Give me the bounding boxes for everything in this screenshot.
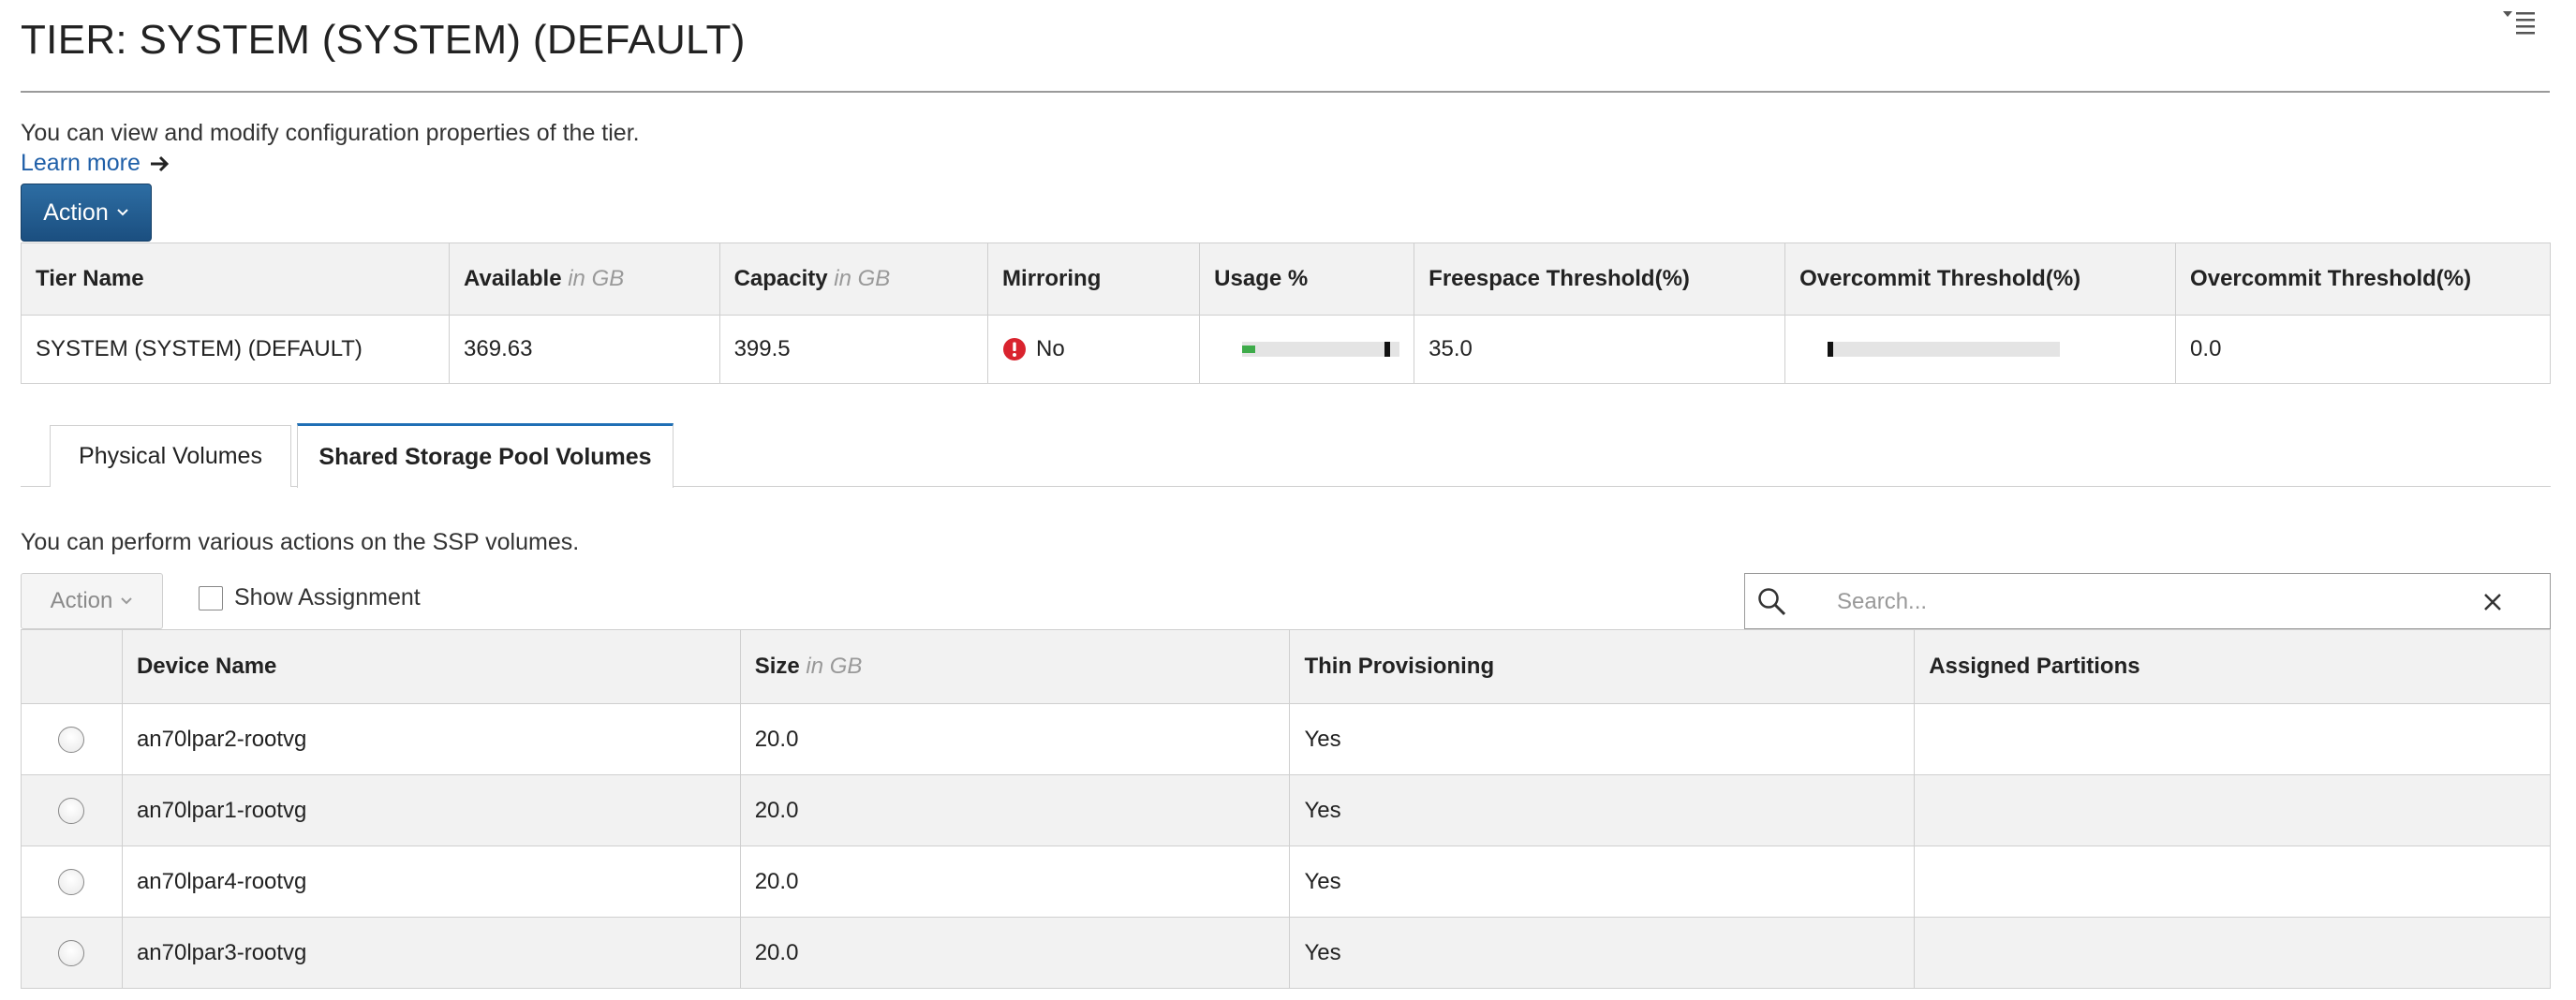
thin-provisioning-cell: Yes — [1289, 846, 1916, 918]
ssp-action-label: Action — [50, 588, 113, 613]
volume-tabs: Physical Volumes Shared Storage Pool Vol… — [21, 419, 2551, 488]
row-select-cell — [21, 774, 123, 846]
freespace-cell: 35.0 — [1414, 315, 1786, 384]
tab-shared-storage-pool-volumes[interactable]: Shared Storage Pool Volumes — [297, 423, 674, 488]
usage-fill — [1242, 346, 1255, 353]
size-cell: 20.0 — [739, 917, 1291, 989]
ssp-volumes-table: Device Name Size in GB Thin Provisioning… — [21, 629, 2551, 989]
size-cell: 20.0 — [739, 846, 1291, 918]
show-assignment-toggle[interactable]: Show Assignment — [199, 584, 421, 611]
show-assignment-label: Show Assignment — [234, 584, 421, 610]
learn-more-link[interactable]: Learn more — [21, 150, 172, 177]
overcommit-cell: 0.0 — [2175, 315, 2551, 384]
row-select-cell — [21, 703, 123, 775]
tier-header-row: Tier Name Available in GB Capacity in GB… — [20, 243, 2551, 316]
assigned-partitions-cell — [1914, 774, 2551, 846]
mirroring-value: No — [1036, 336, 1065, 361]
ssp-search-box — [1744, 573, 2551, 629]
capacity-cell: 399.5 — [718, 315, 989, 384]
col-select — [21, 629, 123, 704]
arrow-right-icon — [150, 155, 169, 171]
available-cell: 369.63 — [449, 315, 720, 384]
col-size[interactable]: Size in GB — [739, 629, 1291, 704]
close-icon[interactable] — [2482, 592, 2503, 612]
device-name-cell: an70lpar1-rootvg — [121, 774, 741, 846]
search-icon — [1758, 588, 1786, 616]
table-row[interactable]: an70lpar1-rootvg 20.0 Yes — [21, 774, 2551, 846]
overcommit-progress-bar — [1828, 342, 2061, 357]
table-row[interactable]: an70lpar4-rootvg 20.0 Yes — [21, 846, 2551, 918]
usage-cell — [1199, 315, 1415, 384]
thin-provisioning-cell: Yes — [1289, 703, 1916, 775]
col-freespace-threshold[interactable]: Freespace Threshold(%) — [1414, 243, 1786, 316]
row-radio[interactable] — [58, 726, 85, 753]
tier-properties-table: Tier Name Available in GB Capacity in GB… — [20, 243, 2551, 384]
col-usage[interactable]: Usage % — [1199, 243, 1415, 316]
col-tier-name[interactable]: Tier Name — [20, 243, 451, 316]
col-overcommit-threshold-1[interactable]: Overcommit Threshold(%) — [1784, 243, 2177, 316]
col-assigned-partitions[interactable]: Assigned Partitions — [1914, 629, 2551, 704]
tab-physical-volumes[interactable]: Physical Volumes — [50, 425, 291, 487]
row-radio[interactable] — [58, 939, 85, 966]
chevron-down-icon — [121, 597, 133, 605]
title-divider — [21, 91, 2550, 93]
assigned-partitions-cell — [1914, 846, 2551, 918]
ssp-description: You can perform various actions on the S… — [21, 529, 580, 555]
assigned-partitions-cell — [1914, 917, 2551, 989]
overcommit-bar-cell — [1784, 315, 2177, 384]
device-name-cell: an70lpar2-rootvg — [121, 703, 741, 775]
show-assignment-checkbox[interactable] — [199, 585, 223, 610]
menu-dropdown-icon[interactable] — [2501, 7, 2539, 36]
tier-name-cell: SYSTEM (SYSTEM) (DEFAULT) — [20, 315, 451, 384]
usage-progress-bar — [1242, 342, 1400, 357]
tier-page: TIER: SYSTEM (SYSTEM) (DEFAULT) You can … — [0, 0, 2576, 1000]
row-select-cell — [21, 846, 123, 918]
unit-label: in GB — [568, 266, 625, 291]
page-title: TIER: SYSTEM (SYSTEM) (DEFAULT) — [21, 17, 746, 63]
size-cell: 20.0 — [739, 774, 1291, 846]
learn-more-label: Learn more — [21, 150, 141, 176]
table-row[interactable]: an70lpar3-rootvg 20.0 Yes — [21, 917, 2551, 989]
col-thin-provisioning[interactable]: Thin Provisioning — [1289, 629, 1916, 704]
col-available[interactable]: Available in GB — [449, 243, 720, 316]
device-name-cell: an70lpar4-rootvg — [121, 846, 741, 918]
tier-action-button[interactable]: Action — [21, 184, 152, 242]
col-capacity[interactable]: Capacity in GB — [718, 243, 989, 316]
page-description: You can view and modify configuration pr… — [21, 120, 640, 146]
thin-provisioning-cell: Yes — [1289, 774, 1916, 846]
row-radio[interactable] — [58, 797, 85, 824]
size-cell: 20.0 — [739, 703, 1291, 775]
row-radio[interactable] — [58, 868, 85, 895]
mirroring-cell: No — [987, 315, 1201, 384]
unit-label: in GB — [834, 266, 891, 291]
chevron-down-icon — [117, 209, 128, 216]
search-input[interactable] — [1835, 583, 2435, 621]
unit-label: in GB — [806, 654, 863, 679]
tier-action-label: Action — [43, 199, 109, 226]
col-device-name[interactable]: Device Name — [121, 629, 741, 704]
ssp-action-button[interactable]: Action — [21, 573, 163, 629]
error-icon — [1003, 338, 1027, 360]
tier-row: SYSTEM (SYSTEM) (DEFAULT) 369.63 399.5 N… — [20, 315, 2551, 384]
device-name-cell: an70lpar3-rootvg — [121, 917, 741, 989]
overcommit-threshold-marker — [1828, 342, 1834, 357]
col-mirroring[interactable]: Mirroring — [987, 243, 1201, 316]
assigned-partitions-cell — [1914, 703, 2551, 775]
table-row[interactable]: an70lpar2-rootvg 20.0 Yes — [21, 703, 2551, 775]
ssp-header-row: Device Name Size in GB Thin Provisioning… — [21, 629, 2551, 704]
col-overcommit-threshold-2[interactable]: Overcommit Threshold(%) — [2175, 243, 2551, 316]
row-select-cell — [21, 917, 123, 989]
usage-threshold-marker — [1384, 342, 1391, 357]
thin-provisioning-cell: Yes — [1289, 917, 1916, 989]
